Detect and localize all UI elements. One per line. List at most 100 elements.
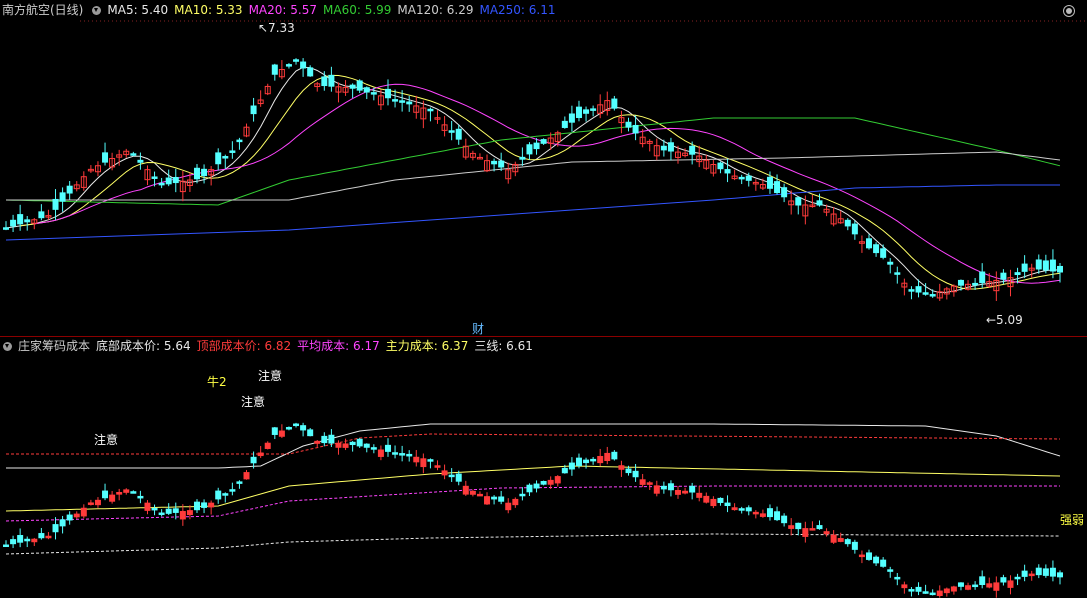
ma120-label: MA120: 6.29 <box>397 3 474 17</box>
candle-body <box>965 585 972 590</box>
ma10-label: MA10: 5.33 <box>174 3 243 17</box>
candle-body <box>406 453 413 457</box>
candle-body <box>752 511 759 515</box>
candle-body <box>795 197 802 206</box>
settings-icon[interactable] <box>1063 5 1075 17</box>
candle-body <box>314 440 321 444</box>
candle-body <box>1035 259 1042 270</box>
candle-body <box>151 176 158 179</box>
candle-body <box>597 455 604 464</box>
candle-body <box>420 458 427 468</box>
candle-body <box>943 588 950 594</box>
candle-body <box>94 499 101 506</box>
candle-body <box>844 539 851 545</box>
candle-body <box>342 443 349 448</box>
candle-body <box>675 490 682 495</box>
candle-body <box>568 113 575 123</box>
indicator-title: 庄家筹码成本 <box>18 339 91 353</box>
top-cost-label: 顶部成本价: 6.82 <box>196 339 292 353</box>
candle-body <box>816 525 823 530</box>
candle-body <box>264 442 271 449</box>
candle-body <box>1049 567 1056 577</box>
candle-body <box>278 430 285 437</box>
ma60-label: MA60: 5.99 <box>323 3 392 17</box>
candle-body <box>717 162 724 170</box>
bottom-cost-label: 底部成本价: 5.64 <box>96 339 191 353</box>
candle-body <box>646 482 653 485</box>
candle-body <box>972 282 979 286</box>
annotation-label: 注意 <box>241 394 265 409</box>
candle-body <box>505 502 512 511</box>
candle-body <box>59 192 66 202</box>
candle-body <box>936 590 943 597</box>
candle-body <box>533 142 540 150</box>
candle-body <box>625 468 632 474</box>
candle-body <box>363 87 370 93</box>
candle-body <box>38 533 45 539</box>
candle-body <box>285 427 292 430</box>
candle-body <box>915 586 922 592</box>
candle-body <box>1042 568 1049 576</box>
candle-body <box>561 120 568 128</box>
ma250-line <box>5 184 1060 241</box>
candle-body <box>887 569 894 572</box>
candle-body <box>335 443 342 448</box>
candle-body <box>993 582 1000 591</box>
candle-body <box>866 238 873 249</box>
candle-body <box>80 507 87 517</box>
candle-body <box>873 244 880 254</box>
candle-body <box>689 485 696 493</box>
candle-body <box>186 510 193 516</box>
annotation-label: 注意 <box>258 368 282 383</box>
candle-body <box>774 511 781 521</box>
main-cost-label: 主力成本: 6.37 <box>385 339 469 353</box>
candle-body <box>66 185 73 194</box>
candle-body <box>915 286 922 293</box>
candle-body <box>52 198 59 210</box>
indicator-pane[interactable]: 注意 牛2 注意 注意 强弱 庄家筹码成本 底部成本价: 5.64 顶部成本价: 6.8… <box>0 336 1087 598</box>
candle-body <box>102 490 109 499</box>
candle-body <box>441 470 448 476</box>
candle-body <box>922 292 929 295</box>
candle-body <box>300 425 307 431</box>
candle-body <box>575 106 582 119</box>
candle-body <box>321 435 328 444</box>
indicator-legend: 庄家筹码成本 底部成本价: 5.64 顶部成本价: 6.82 平均成本: 6.1… <box>0 336 539 356</box>
candle-body <box>950 586 957 592</box>
candle-body <box>590 458 597 462</box>
candle-body <box>24 538 31 542</box>
ma5-label: MA5: 5.40 <box>107 3 169 17</box>
candle-body <box>293 59 300 62</box>
candle-body <box>208 502 215 508</box>
candle-body <box>491 496 498 500</box>
candle-body <box>632 470 639 478</box>
price-chart-pane[interactable]: ↖7.33 ←5.09 财 南方航空(日线) MA5: 5.40 MA10: 5.3… <box>0 0 1087 336</box>
stock-title: 南方航空(日线) <box>2 3 84 17</box>
low-price-label: ←5.09 <box>986 313 1023 327</box>
candlestick-chart[interactable]: ↖7.33 ←5.09 财 <box>0 0 1087 336</box>
candle-body <box>660 485 667 490</box>
candle-body <box>710 498 717 507</box>
candle-body <box>1049 259 1056 272</box>
avg-cost-label: 平均成本: 6.17 <box>297 339 380 353</box>
indicator-menu-icon[interactable] <box>92 5 102 15</box>
candle-body <box>1007 580 1014 588</box>
chip-cost-chart[interactable]: 注意牛2 注意注意强弱 <box>0 336 1087 598</box>
candle-body <box>434 465 441 468</box>
indicator-menu-icon[interactable] <box>3 341 12 351</box>
top-cost-dashed <box>6 433 1061 455</box>
candle-body <box>137 495 144 499</box>
three-line-label: 三线: 6.61 <box>474 339 533 353</box>
avg-cost-line <box>5 485 1060 522</box>
candle-body <box>738 176 745 180</box>
candle-body <box>427 459 434 462</box>
candle-body <box>745 507 752 512</box>
candle-body <box>844 219 851 227</box>
candle-body <box>554 476 561 484</box>
candle-body <box>10 539 17 545</box>
candle-body <box>59 519 66 527</box>
candle-body <box>604 452 611 461</box>
candle-body <box>328 74 335 87</box>
candle-body <box>356 80 363 91</box>
candle-body <box>1057 572 1063 578</box>
